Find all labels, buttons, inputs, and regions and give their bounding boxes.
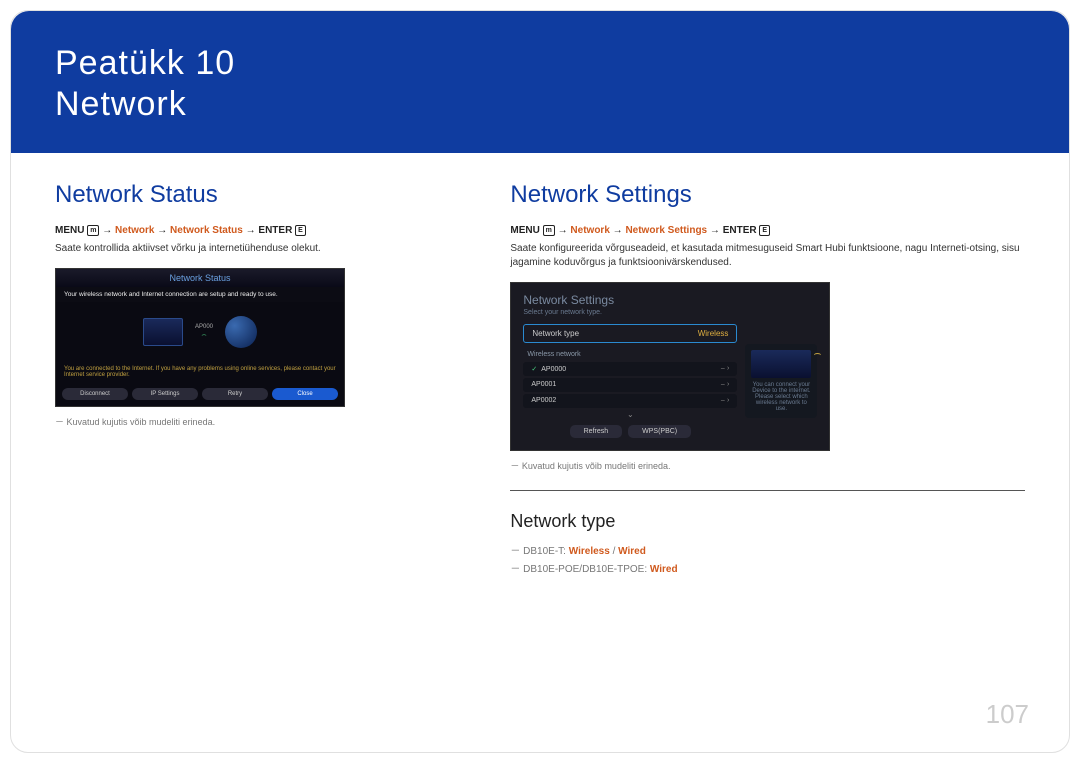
screenshot-diagram: AP000 ⌢ <box>56 302 344 362</box>
wifi-icon: ⌢ <box>813 346 821 361</box>
divider <box>510 490 1025 491</box>
breadcrumb-path1: Network <box>115 225 154 236</box>
chapter-label: Peatükk <box>55 44 185 82</box>
network-type-label: Network type <box>532 329 579 338</box>
opt-wired: Wired <box>618 546 646 557</box>
breadcrumb-path2: Network Status <box>170 225 243 236</box>
status-caption: － Kuvatud kujutis võib mudeliti erineda. <box>55 415 462 428</box>
heading-network-status: Network Status <box>55 181 462 209</box>
chapter-header: Peatükk 10 Network <box>11 11 1069 153</box>
enter-label: ENTER <box>723 225 757 236</box>
screenshot-network-status: Network Status Your wireless network and… <box>55 268 345 407</box>
chapter-number: 10 <box>195 44 235 82</box>
settings-caption: － Kuvatud kujutis võib mudeliti erineda. <box>510 459 1025 472</box>
heading-network-type: Network type <box>510 511 1025 532</box>
menu-icon: m <box>87 225 99 236</box>
section-network-settings: Network Settings MENU m → Network → Netw… <box>510 181 1025 578</box>
screenshot-title: Network Status <box>56 269 344 287</box>
screenshot-subtitle: Select your network type. <box>523 309 817 316</box>
ap-item[interactable]: AP0001 ⌢ › <box>523 378 737 392</box>
model-label: － DB10E-T: <box>510 546 568 557</box>
model-label: － DB10E-POE/DB10E-TPOE: <box>510 564 650 575</box>
refresh-button[interactable]: Refresh <box>570 425 623 438</box>
ap-name: AP0000 <box>541 366 566 373</box>
chevron-right-icon: ⌢ › <box>721 365 730 373</box>
status-description: Saate kontrollida aktiivset võrku ja int… <box>55 242 462 256</box>
enter-icon: E <box>759 225 770 236</box>
opt-separator: / <box>610 546 618 557</box>
side-note: You can connect your Device to the inter… <box>751 382 811 412</box>
section-network-status: Network Status MENU m → Network → Networ… <box>55 181 462 578</box>
breadcrumb-status: MENU m → Network → Network Status → ENTE… <box>55 225 462 236</box>
chapter-name: Network <box>55 85 187 123</box>
opt-wireless: Wireless <box>569 546 610 557</box>
chapter-title: Peatükk 10 Network <box>55 43 1025 125</box>
network-type-option-1: － DB10E-T: Wireless / Wired <box>510 542 1025 557</box>
wps-button[interactable]: WPS(PBC) <box>628 425 691 438</box>
router-icon: ⌢ <box>751 350 811 378</box>
tv-icon <box>143 318 183 346</box>
globe-icon <box>225 316 257 348</box>
screenshot-side-panel: ⌢ You can connect your Device to the int… <box>745 344 817 418</box>
page-number: 107 <box>986 699 1029 730</box>
ap-item[interactable]: ✓ AP0000 ⌢ › <box>523 362 737 376</box>
network-type-value: Wireless <box>698 329 729 338</box>
network-type-option-2: － DB10E-POE/DB10E-TPOE: Wired <box>510 560 1025 575</box>
chevron-right-icon: ⌢ › <box>721 381 730 389</box>
enter-icon: E <box>295 225 306 236</box>
settings-description: Saate konfigureerida võrguseadeid, et ka… <box>510 242 1025 270</box>
opt-wired: Wired <box>650 564 678 575</box>
chevron-right-icon: ⌢ › <box>721 397 730 405</box>
ap-name: AP0002 <box>531 397 556 404</box>
breadcrumb-settings: MENU m → Network → Network Settings → EN… <box>510 225 1025 236</box>
menu-icon: m <box>543 225 555 236</box>
retry-button[interactable]: Retry <box>202 388 268 400</box>
breadcrumb-path1: Network <box>570 225 609 236</box>
screenshot-ready-msg: Your wireless network and Internet conne… <box>56 287 344 302</box>
screenshot-title: Network Settings <box>523 293 817 307</box>
enter-label: ENTER <box>258 225 292 236</box>
wireless-list-label: Wireless network <box>523 349 737 360</box>
screenshot-network-settings: Network Settings Select your network typ… <box>510 282 830 451</box>
menu-label: MENU <box>510 225 539 236</box>
ip-settings-button[interactable]: IP Settings <box>132 388 198 400</box>
screenshot-footnote: You are connected to the Internet. If yo… <box>56 362 344 382</box>
menu-label: MENU <box>55 225 84 236</box>
heading-network-settings: Network Settings <box>510 181 1025 209</box>
chevron-down-icon[interactable]: ⌄ <box>523 410 737 419</box>
check-icon: ✓ <box>531 366 537 373</box>
disconnect-button[interactable]: Disconnect <box>62 388 128 400</box>
screenshot-buttons: Disconnect IP Settings Retry Close <box>56 382 344 406</box>
network-type-selector[interactable]: Network type Wireless <box>523 324 737 343</box>
ap-name: AP0001 <box>531 381 556 388</box>
close-button[interactable]: Close <box>272 388 338 400</box>
ap-item[interactable]: AP0002 ⌢ › <box>523 394 737 408</box>
wifi-icon: ⌢ <box>201 330 206 340</box>
breadcrumb-path2: Network Settings <box>625 225 707 236</box>
